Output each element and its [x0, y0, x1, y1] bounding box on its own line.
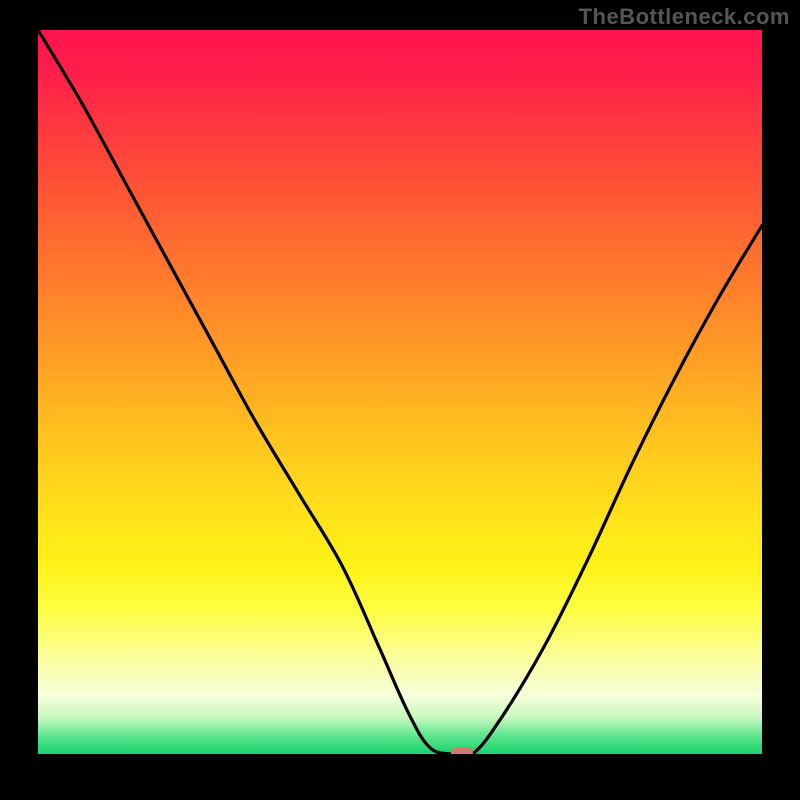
optimal-point-marker: [451, 747, 473, 754]
plot-area: [38, 30, 762, 754]
chart-frame: TheBottleneck.com: [0, 0, 800, 800]
attribution-watermark: TheBottleneck.com: [579, 4, 790, 30]
curve-svg: [38, 30, 762, 754]
bottleneck-curve: [38, 30, 762, 754]
